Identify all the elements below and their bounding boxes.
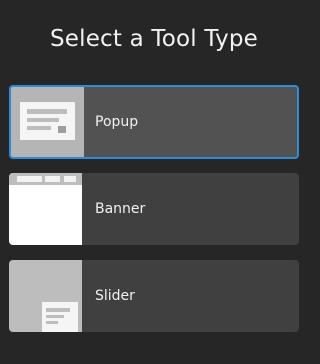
page-title: Select a Tool Type (49, 26, 259, 52)
popup-preview-icon (11, 87, 84, 157)
banner-preview-icon (9, 173, 82, 245)
slider-preview-icon (9, 260, 82, 332)
tool-type-slider[interactable]: Slider (9, 260, 299, 332)
tool-type-banner[interactable]: Banner (9, 173, 299, 245)
banner-strip-shape (9, 173, 82, 185)
tool-type-label: Popup (95, 114, 139, 130)
tool-type-popup[interactable]: Popup (9, 85, 299, 159)
popup-window-shape (20, 102, 75, 140)
tool-type-label: Banner (95, 201, 146, 217)
slider-panel-shape (42, 302, 78, 332)
tool-type-label: Slider (95, 288, 135, 304)
